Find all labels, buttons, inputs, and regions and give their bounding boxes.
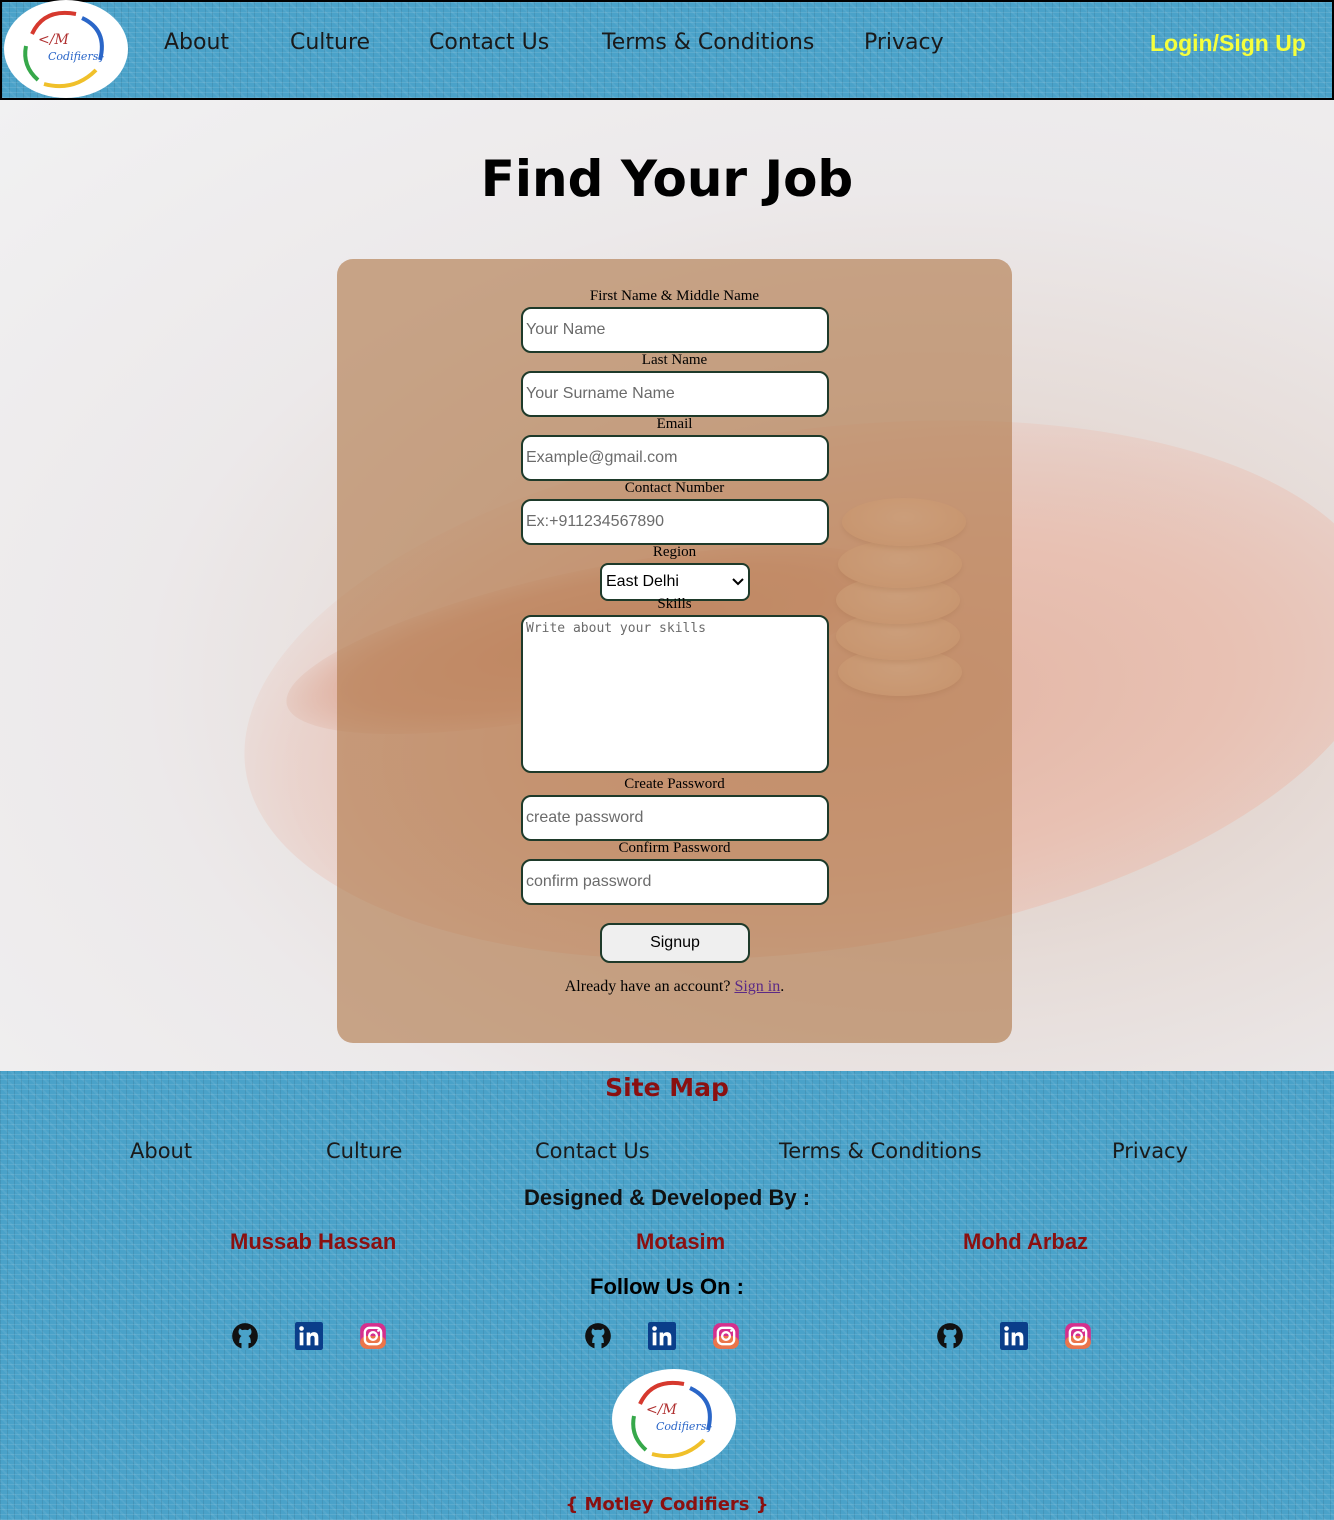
developer-name: Motasim (636, 1229, 726, 1254)
create-password-label: Create Password (624, 776, 725, 792)
hero-section: Find Your Job First Name & Middle Name L… (0, 100, 1334, 1071)
signup-form-card: First Name & Middle Name Last Name Email… (337, 259, 1012, 1043)
github-icon[interactable] (231, 1322, 259, 1350)
instagram-icon[interactable] (1064, 1322, 1092, 1350)
first-name-label: First Name & Middle Name (589, 288, 760, 304)
region-selected-value: East Delhi (606, 573, 679, 590)
site-header: </M Codifiers} About Culture Contact Us … (0, 0, 1334, 100)
linkedin-icon[interactable] (1000, 1322, 1028, 1350)
footer-link-terms-conditions[interactable]: Terms & Conditions (779, 1139, 982, 1163)
contact-number-input[interactable] (521, 499, 829, 545)
codifiers-logo-icon: </M Codifiers} (631, 1381, 713, 1459)
already-account-text: Already have an account? (564, 978, 731, 995)
skills-label: Skills (657, 596, 692, 612)
signin-prompt: Already have an account? Sign in. (337, 978, 1012, 996)
nav-contact-us[interactable]: Contact Us (429, 30, 549, 55)
brand-name: { Motley Codifiers } (565, 1494, 769, 1515)
svg-text:</M: </M (38, 32, 69, 48)
linkedin-icon[interactable] (295, 1322, 323, 1350)
last-name-label: Last Name (641, 352, 708, 368)
github-icon[interactable] (936, 1322, 964, 1350)
create-password-input[interactable] (521, 795, 829, 841)
email-input[interactable] (521, 435, 829, 481)
nav-login-signup[interactable]: Login/Sign Up (1150, 30, 1306, 57)
instagram-icon[interactable] (712, 1322, 740, 1350)
designed-by-heading: Designed & Developed By : (523, 1185, 811, 1210)
footer-link-about[interactable]: About (130, 1139, 192, 1163)
email-label: Email (656, 416, 693, 432)
skills-textarea[interactable] (521, 615, 829, 773)
confirm-password-label: Confirm Password (618, 840, 731, 856)
signin-link[interactable]: Sign in (734, 978, 780, 995)
signin-period: . (780, 978, 785, 995)
site-footer: Site Map About Culture Contact Us Terms … (0, 1071, 1334, 1520)
svg-text:Codifiers}: Codifiers} (656, 1420, 713, 1433)
nav-privacy[interactable]: Privacy (864, 30, 944, 55)
chevron-down-icon (732, 578, 744, 586)
developer-name: Mohd Arbaz (963, 1229, 1089, 1254)
first-name-input[interactable] (521, 307, 829, 353)
svg-text:</M: </M (646, 1402, 677, 1418)
developer-name: Mussab Hassan (230, 1229, 397, 1254)
github-icon[interactable] (584, 1322, 612, 1350)
codifiers-logo-icon: </M Codifiers} (23, 11, 105, 89)
footer-link-contact-us[interactable]: Contact Us (535, 1139, 650, 1163)
site-logo[interactable]: </M Codifiers} (4, 0, 128, 98)
footer-link-culture[interactable]: Culture (326, 1139, 402, 1163)
last-name-input[interactable] (521, 371, 829, 417)
nav-about[interactable]: About (164, 30, 229, 55)
svg-text:Codifiers}: Codifiers} (48, 50, 105, 63)
nav-culture[interactable]: Culture (290, 30, 370, 55)
linkedin-icon[interactable] (648, 1322, 676, 1350)
instagram-icon[interactable] (359, 1322, 387, 1350)
nav-terms-conditions[interactable]: Terms & Conditions (602, 30, 814, 55)
page-title: Find Your Job (480, 150, 854, 208)
site-map-title: Site Map (605, 1073, 729, 1102)
confirm-password-input[interactable] (521, 859, 829, 905)
footer-link-privacy[interactable]: Privacy (1112, 1139, 1188, 1163)
signup-button[interactable]: Signup (600, 923, 750, 963)
footer-logo[interactable]: </M Codifiers} (612, 1369, 736, 1469)
follow-us-heading: Follow Us On : (590, 1274, 744, 1299)
contact-number-label: Contact Number (624, 480, 725, 496)
region-label: Region (652, 544, 697, 560)
